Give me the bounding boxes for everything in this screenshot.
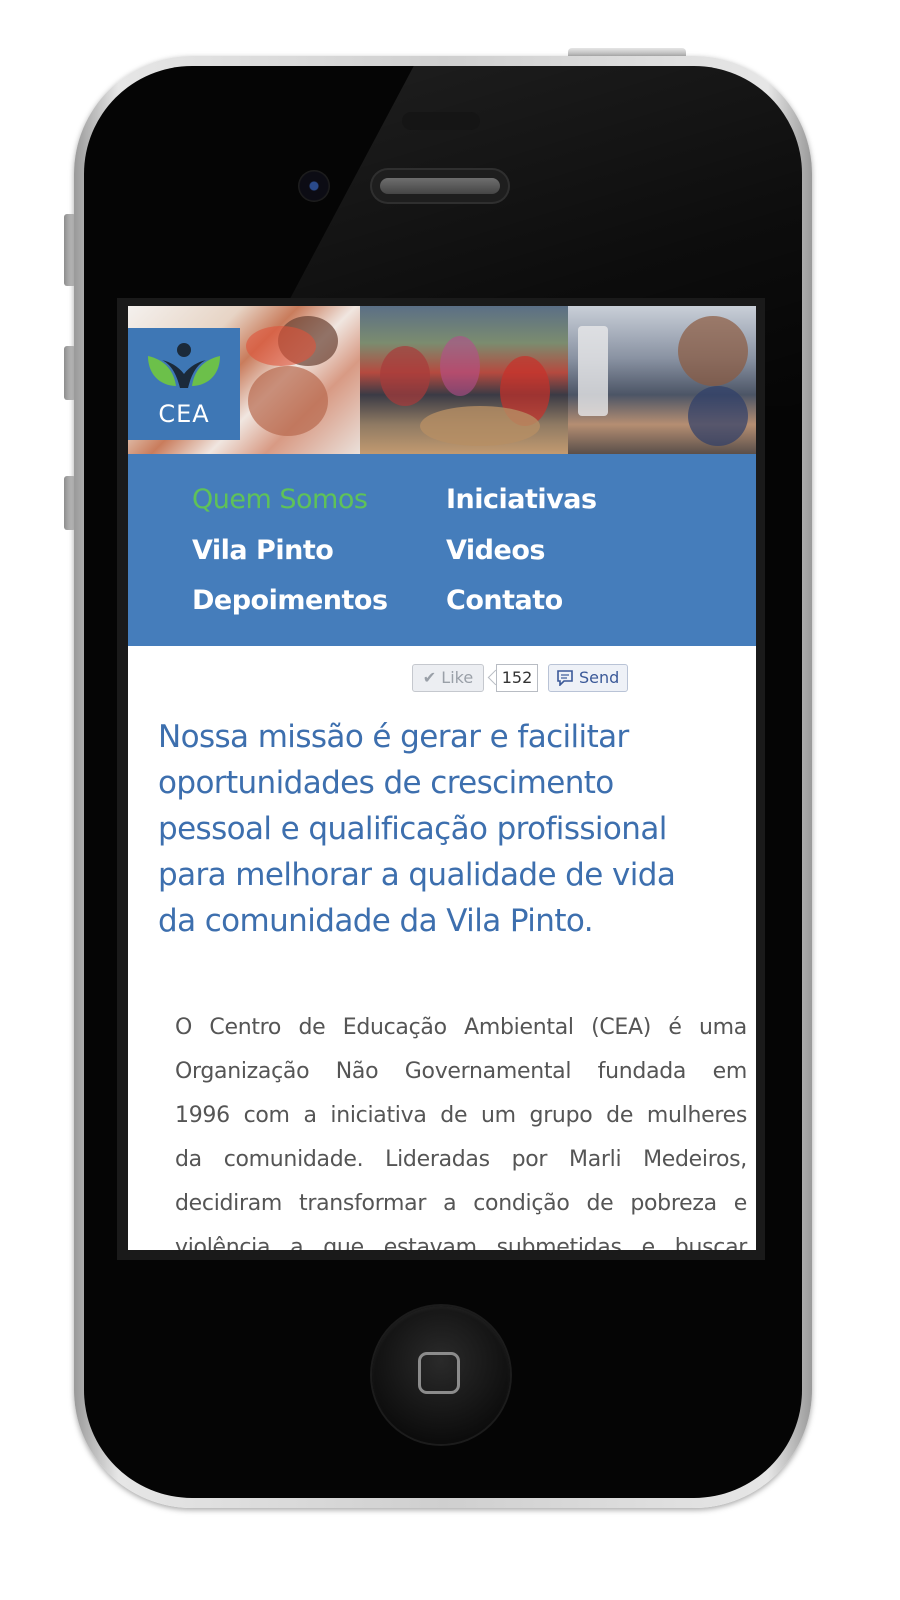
check-icon: ✔ <box>422 668 437 687</box>
phone-screen[interactable]: CEA Quem Somos Iniciativas Vila Pinto Vi… <box>128 306 756 1250</box>
banner-photo-computer-lab <box>568 306 756 454</box>
logo-text: CEA <box>158 400 210 428</box>
about-line: decidiram transformar a condição de pobr… <box>175 1191 747 1216</box>
speech-bubble-icon <box>557 670 573 686</box>
nav-item-videos[interactable]: Videos <box>446 535 545 566</box>
header-banner: CEA <box>128 306 756 454</box>
send-label: Send <box>579 668 620 687</box>
about-line: O Centro de Educação Ambiental (CEA) é u… <box>175 1015 747 1040</box>
about-line: 1996 com a iniciativa de um grupo de mul… <box>175 1103 747 1128</box>
like-count: 152 <box>496 664 538 692</box>
like-button[interactable]: ✔ Like <box>412 664 484 692</box>
proximity-sensor <box>402 112 480 130</box>
mission-line: pessoal e qualificação profissional <box>158 811 667 847</box>
banner-photo-workers <box>360 306 568 454</box>
mission-statement: Nossa missão é gerar e facilitar oportun… <box>158 714 738 944</box>
about-paragraph: O Centro de Educação Ambiental (CEA) é u… <box>175 1006 747 1250</box>
home-square-icon <box>418 1352 460 1394</box>
mission-line: Nossa missão é gerar e facilitar <box>158 719 629 755</box>
cea-logo[interactable]: CEA <box>128 328 240 440</box>
about-line: Organização Não Governamental fundada em <box>175 1059 747 1084</box>
like-label: Like <box>441 668 474 687</box>
mission-line: oportunidades de crescimento <box>158 765 614 801</box>
nav-item-iniciativas[interactable]: Iniciativas <box>446 484 597 515</box>
send-button[interactable]: Send <box>548 664 628 692</box>
mission-line: da comunidade da Vila Pinto. <box>158 903 594 939</box>
about-line: da comunidade. Lideradas por Marli Medei… <box>175 1147 747 1172</box>
home-button[interactable] <box>372 1306 510 1444</box>
nav-item-vila-pinto[interactable]: Vila Pinto <box>192 535 334 566</box>
nav-item-quem-somos[interactable]: Quem Somos <box>192 484 368 515</box>
mission-line: para melhorar a qualidade de vida <box>158 857 676 893</box>
front-camera <box>298 170 330 202</box>
nav-item-contato[interactable]: Contato <box>446 585 563 616</box>
logo-leaves-icon <box>148 343 220 388</box>
nav-item-depoimentos[interactable]: Depoimentos <box>192 585 388 616</box>
earpiece-speaker <box>370 168 510 204</box>
main-navigation: Quem Somos Iniciativas Vila Pinto Videos… <box>128 454 756 646</box>
about-line: violência a que estavam submetidas e bus… <box>175 1235 747 1250</box>
